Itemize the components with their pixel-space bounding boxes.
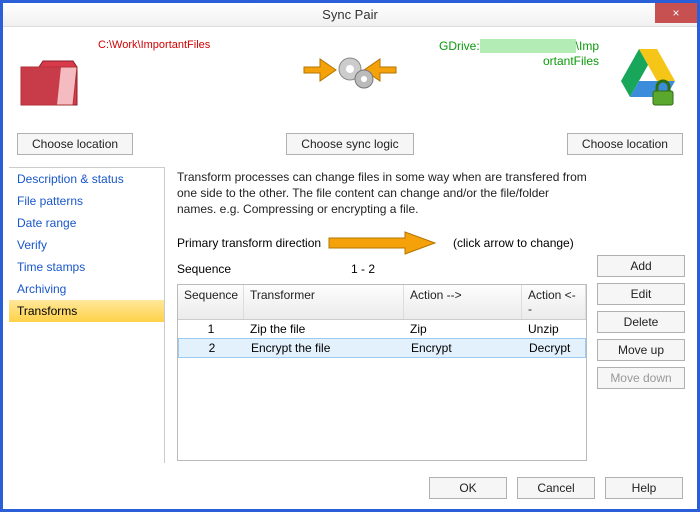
direction-hint: (click arrow to change) bbox=[453, 236, 574, 250]
col-action-fwd[interactable]: Action --> bbox=[404, 285, 522, 319]
right-path-seg2: \Imp bbox=[576, 39, 599, 53]
sidebar-item-date-range[interactable]: Date range bbox=[9, 212, 164, 234]
delete-button[interactable]: Delete bbox=[597, 311, 685, 333]
footer-buttons: OK Cancel Help bbox=[3, 469, 697, 509]
table-cell: Zip the file bbox=[244, 320, 404, 338]
sidebar-item-description-status[interactable]: Description & status bbox=[9, 168, 164, 190]
right-path-prefix: GDrive: bbox=[439, 39, 480, 53]
top-button-row: Choose location Choose sync logic Choose… bbox=[3, 133, 697, 163]
sequence-row: Sequence 1 - 2 bbox=[177, 262, 587, 276]
panel-description: Transform processes can change files in … bbox=[177, 169, 587, 218]
close-icon: × bbox=[672, 6, 679, 20]
table-cell: 2 bbox=[179, 339, 245, 357]
right-button-column: Add Edit Delete Move up Move down bbox=[597, 255, 685, 461]
cancel-button[interactable]: Cancel bbox=[517, 477, 595, 499]
table-row[interactable]: 2Encrypt the fileEncryptDecrypt bbox=[178, 338, 586, 358]
choose-location-right-button[interactable]: Choose location bbox=[567, 133, 683, 155]
sidebar-item-file-patterns[interactable]: File patterns bbox=[9, 190, 164, 212]
help-button[interactable]: Help bbox=[605, 477, 683, 499]
sequence-value: 1 - 2 bbox=[351, 262, 375, 276]
move-down-button[interactable]: Move down bbox=[597, 367, 685, 389]
primary-direction-label: Primary transform direction bbox=[177, 236, 327, 250]
edit-button[interactable]: Edit bbox=[597, 283, 685, 305]
primary-direction-row: Primary transform direction (click arrow… bbox=[177, 230, 587, 256]
col-transformer[interactable]: Transformer bbox=[244, 285, 404, 319]
choose-sync-logic-button[interactable]: Choose sync logic bbox=[286, 133, 413, 155]
right-path-seg3: ortantFiles bbox=[543, 54, 599, 68]
window-title: Sync Pair bbox=[3, 7, 697, 22]
folder-icon bbox=[17, 53, 81, 111]
main-content: Transform processes can change files in … bbox=[177, 169, 587, 461]
body-row: Description & statusFile patternsDate ra… bbox=[3, 163, 697, 469]
sequence-label: Sequence bbox=[177, 262, 231, 276]
sidebar-item-time-stamps[interactable]: Time stamps bbox=[9, 256, 164, 278]
table-cell: Decrypt bbox=[523, 339, 585, 357]
table-cell: Encrypt the file bbox=[245, 339, 405, 357]
titlebar: Sync Pair × bbox=[3, 3, 697, 27]
table-cell: 1 bbox=[178, 320, 244, 338]
sidebar-item-archiving[interactable]: Archiving bbox=[9, 278, 164, 300]
sync-pair-window: Sync Pair × C:\Work\ImportantFiles bbox=[0, 0, 700, 512]
sidebar: Description & statusFile patternsDate ra… bbox=[9, 167, 165, 463]
table-header: Sequence Transformer Action --> Action <… bbox=[178, 285, 586, 320]
col-sequence[interactable]: Sequence bbox=[178, 285, 244, 319]
table-cell: Encrypt bbox=[405, 339, 523, 357]
main-panel: Transform processes can change files in … bbox=[165, 163, 697, 469]
table-row[interactable]: 1Zip the fileZipUnzip bbox=[178, 320, 586, 338]
sidebar-item-verify[interactable]: Verify bbox=[9, 234, 164, 256]
move-up-button[interactable]: Move up bbox=[597, 339, 685, 361]
sync-logic-icon bbox=[302, 45, 398, 103]
ok-button[interactable]: OK bbox=[429, 477, 507, 499]
direction-arrow-icon[interactable] bbox=[327, 230, 437, 256]
right-path: GDrive:xxxxxxxxxxxxxxxx\Imp ortantFiles bbox=[439, 39, 599, 69]
transforms-table[interactable]: Sequence Transformer Action --> Action <… bbox=[177, 284, 587, 461]
left-path: C:\Work\ImportantFiles bbox=[98, 39, 210, 51]
top-area: C:\Work\ImportantFiles GDrive:xxxxxxxxxx… bbox=[3, 27, 697, 133]
close-button[interactable]: × bbox=[655, 3, 697, 23]
table-body: 1Zip the fileZipUnzip2Encrypt the fileEn… bbox=[178, 320, 586, 358]
table-cell: Unzip bbox=[522, 320, 586, 338]
table-cell: Zip bbox=[404, 320, 522, 338]
add-button[interactable]: Add bbox=[597, 255, 685, 277]
sidebar-item-transforms[interactable]: Transforms bbox=[9, 300, 164, 322]
google-drive-icon bbox=[617, 45, 679, 107]
choose-location-left-button[interactable]: Choose location bbox=[17, 133, 133, 155]
col-action-rev[interactable]: Action <-- bbox=[522, 285, 586, 319]
